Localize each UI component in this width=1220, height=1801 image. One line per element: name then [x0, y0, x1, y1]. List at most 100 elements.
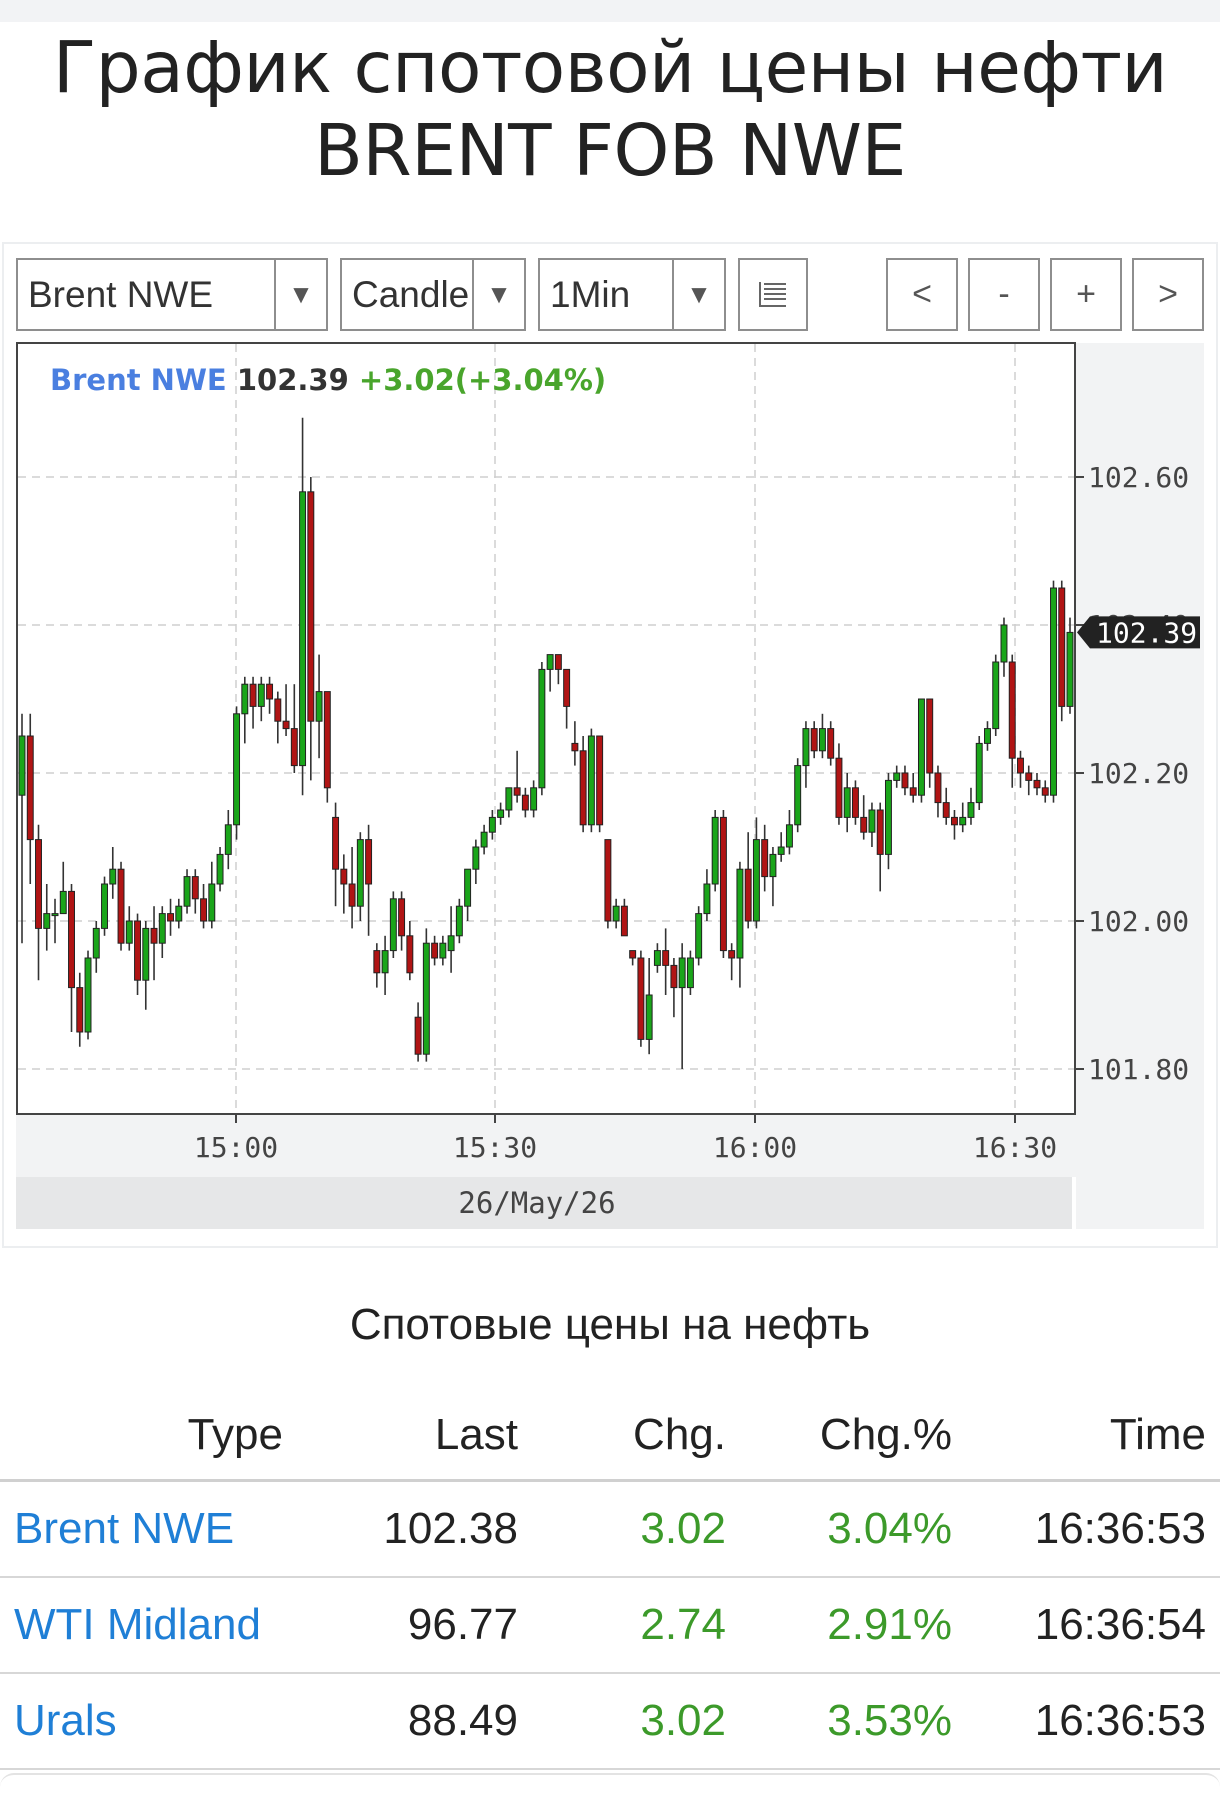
candle-body — [84, 957, 92, 1033]
candle-body — [1066, 631, 1074, 707]
candle-body — [670, 964, 678, 989]
candle — [695, 906, 703, 966]
candle-body — [134, 920, 141, 981]
candle-body — [818, 728, 826, 752]
candle — [422, 928, 430, 1062]
col-header-time: Time — [1109, 1410, 1206, 1459]
candle-body — [158, 913, 166, 944]
candle — [719, 810, 727, 958]
candle — [596, 735, 604, 833]
candle-body — [662, 950, 670, 966]
candle-body — [893, 772, 901, 781]
candle-body — [612, 905, 620, 922]
legend-change: +3.02(+3.04%) — [359, 363, 606, 397]
candle-body — [975, 742, 983, 804]
candle-body — [101, 883, 108, 929]
candle-body — [505, 787, 513, 811]
candle-body — [488, 816, 496, 833]
row-chg-pct: 3.04% — [827, 1504, 952, 1553]
candle-body — [752, 839, 760, 922]
candle-body — [125, 920, 133, 944]
candle-body — [563, 668, 571, 707]
candle-body — [843, 787, 851, 818]
col-header-chg: Chg. — [633, 1410, 726, 1459]
candle-body — [645, 994, 653, 1040]
candle-body — [233, 713, 241, 826]
candle-body — [365, 839, 373, 885]
table-row: Brent NWE 102.38 3.02 3.04% 16:36:53 — [0, 1482, 1220, 1578]
candle-body — [431, 942, 439, 959]
candle-body — [340, 868, 348, 885]
row-chg-pct: 3.53% — [827, 1696, 952, 1745]
candle-body — [150, 927, 158, 944]
candle-body — [802, 728, 810, 767]
candle-body — [43, 913, 51, 929]
candle-body — [1041, 787, 1049, 796]
candle — [117, 861, 125, 951]
candle-body — [769, 853, 777, 878]
candle-body — [686, 957, 694, 989]
row-type-link[interactable]: WTI Midland — [14, 1600, 261, 1650]
row-time: 16:36:53 — [1034, 1504, 1206, 1553]
candle-body — [389, 898, 397, 952]
candle-body — [629, 950, 637, 959]
candle-body — [909, 787, 917, 796]
col-header-last: Last — [434, 1410, 518, 1459]
candle-body — [678, 957, 686, 989]
table-row: WTI Midland 96.77 2.74 2.91% 16:36:54 — [0, 1578, 1220, 1674]
candle — [711, 810, 719, 892]
candle-body — [282, 720, 290, 730]
candle-body — [455, 905, 463, 937]
y-tick-label: 102.00 — [1088, 905, 1189, 938]
candle-body — [653, 950, 661, 966]
candle-body — [480, 831, 488, 848]
candle-body — [356, 839, 364, 907]
candle — [1066, 617, 1074, 714]
row-type-link[interactable]: Brent NWE — [14, 1504, 234, 1554]
candle-body — [109, 868, 117, 885]
y-tick-label: 101.80 — [1088, 1053, 1189, 1086]
candle — [587, 728, 595, 833]
candle-body — [447, 935, 455, 952]
candle-body — [398, 898, 406, 937]
candle-body — [876, 809, 884, 855]
candle-body — [785, 824, 793, 848]
candle-body — [942, 802, 950, 818]
candle-body — [835, 757, 843, 818]
row-time: 16:36:53 — [1034, 1696, 1206, 1745]
candle — [538, 662, 546, 796]
row-chg: 2.74 — [640, 1600, 726, 1649]
row-last: 88.49 — [407, 1696, 518, 1745]
candle-body — [554, 654, 562, 670]
candle — [84, 950, 92, 1040]
candle-body — [200, 898, 208, 922]
candle-body — [1000, 624, 1008, 663]
candle-body — [373, 950, 381, 974]
candle-body — [827, 728, 835, 759]
candle-body — [307, 491, 315, 722]
legend-symbol: Brent NWE — [50, 363, 227, 397]
candle-body — [736, 868, 744, 959]
x-tick-label: 15:30 — [453, 1131, 537, 1164]
candle — [323, 691, 331, 803]
candle-body — [521, 794, 529, 811]
candle-body — [183, 876, 191, 907]
candle-body — [1008, 661, 1016, 759]
candle-body — [711, 816, 719, 885]
candle — [101, 876, 108, 936]
candle-body — [538, 668, 546, 789]
candle-body — [851, 787, 859, 818]
row-type-link[interactable]: Urals — [14, 1696, 117, 1746]
candle-body — [59, 890, 67, 915]
candle-body — [967, 802, 975, 818]
candle-body — [1033, 779, 1041, 789]
candle-body — [1058, 587, 1066, 707]
candle-body — [513, 787, 521, 796]
candle-body — [959, 816, 967, 826]
last-price-label: 102.39 — [1096, 616, 1197, 649]
row-last: 102.38 — [383, 1504, 518, 1553]
col-header-type: Type — [187, 1410, 283, 1459]
candle-body — [68, 890, 75, 989]
candle-body — [167, 913, 175, 922]
candle-body — [332, 816, 340, 870]
